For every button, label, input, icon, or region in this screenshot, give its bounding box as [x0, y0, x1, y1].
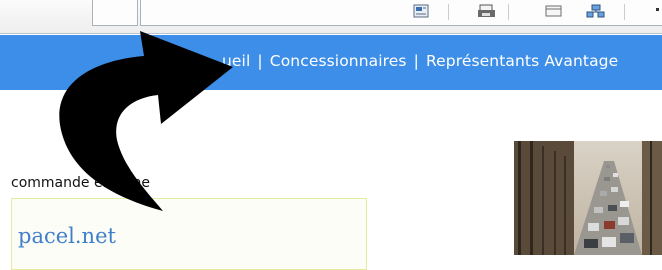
link-box: pacel.net	[11, 198, 367, 270]
nav-link-representants-avantage[interactable]: Représentants Avantage	[426, 52, 618, 70]
toolbar-separator	[448, 4, 449, 20]
nav-separator: |	[413, 52, 419, 70]
page-icon[interactable]	[412, 4, 432, 18]
pacel-link[interactable]: pacel.net	[18, 224, 116, 248]
nav-links: ueil | Concessionnaires | Représentants …	[222, 52, 618, 70]
window-icon[interactable]	[544, 4, 564, 18]
section-label: commande en ligne	[11, 175, 151, 191]
nav-separator: |	[257, 52, 263, 70]
toolbar-panel	[140, 0, 662, 26]
browser-toolbar	[0, 0, 662, 34]
nav-link-concessionnaires[interactable]: Concessionnaires	[270, 52, 407, 70]
toolbar-button[interactable]	[92, 0, 138, 26]
network-icon[interactable]	[586, 4, 606, 18]
toolbar-separator	[508, 4, 509, 20]
nav-bar: ueil | Concessionnaires | Représentants …	[0, 35, 662, 90]
overflow-dot	[656, 8, 659, 11]
toolbar-separator	[624, 4, 625, 20]
highway-photo	[514, 141, 662, 255]
print-icon[interactable]	[477, 4, 497, 18]
nav-link-accueil[interactable]: ueil	[222, 52, 250, 70]
